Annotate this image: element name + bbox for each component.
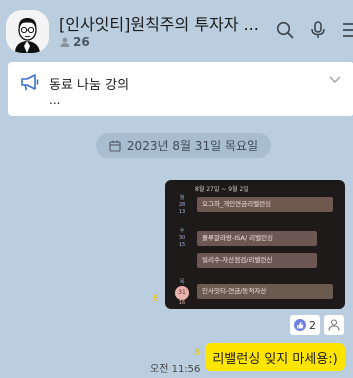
add-reaction-button[interactable] — [324, 315, 344, 335]
day-number: 13 — [178, 209, 186, 215]
today-marker: 31 16 — [173, 286, 191, 307]
message-text: 리밸런싱 잊지 마세용:) — [212, 351, 338, 367]
day-of-week: 목 — [179, 279, 185, 285]
chatroom-title[interactable]: [인사잇티]원칙주의 투자자 ... — [59, 11, 259, 35]
search-icon[interactable] — [276, 21, 294, 39]
chat-header: [인사잇티]원칙주의 투자자 ... 26 — [0, 0, 353, 58]
microphone-icon[interactable] — [310, 21, 326, 39]
notice-preview: ... — [49, 93, 61, 107]
like-reaction[interactable]: 2 — [290, 315, 320, 335]
calendar-day: 목 31 16 — [173, 279, 191, 307]
calendar-icon — [109, 140, 121, 152]
image-message[interactable]: 8월 27일 ~ 9월 2일 월 28 13 수 30 15 목 31 16 오… — [165, 180, 345, 309]
notice-banner[interactable]: 동료 나눔 강의 ... — [8, 62, 353, 116]
calendar-event: 풀루알라랑-ISA/ 리밸런싱 — [197, 231, 317, 246]
unread-count: 8 — [153, 294, 159, 304]
calendar-day: 수 30 15 — [173, 228, 191, 249]
calendar-day: 월 28 13 — [173, 195, 191, 216]
member-count-value: 26 — [73, 35, 90, 49]
day-of-week: 월 — [179, 195, 185, 201]
thumbs-up-icon — [294, 319, 306, 331]
profile-illustration-icon — [6, 10, 49, 53]
day-number: 16 — [178, 300, 186, 306]
megaphone-icon — [21, 74, 39, 91]
day-number: 15 — [178, 242, 186, 248]
notice-title: 동료 나눔 강의 — [49, 78, 130, 93]
member-count[interactable]: 26 — [60, 35, 90, 49]
menu-icon[interactable] — [340, 21, 353, 39]
day-of-week: 수 — [179, 228, 185, 234]
date-divider-text: 2023년 8월 31일 목요일 — [126, 139, 259, 153]
chevron-down-icon[interactable] — [329, 76, 341, 84]
person-icon — [328, 319, 340, 331]
calendar-event: 인사잇티-연금/동적자산 — [197, 284, 333, 299]
day-date: 31 — [175, 286, 189, 300]
day-date: 30 — [178, 235, 186, 241]
calendar-event: 오그하_개인연금리밸런싱 — [197, 197, 333, 212]
calendar-event: 빌리수-자산점검/리밸런신 — [197, 253, 317, 268]
day-date: 28 — [178, 202, 186, 208]
person-icon — [60, 37, 70, 47]
chatroom-avatar[interactable] — [6, 10, 49, 53]
calendar-range: 8월 27일 ~ 9월 2일 — [195, 186, 249, 193]
date-divider: 2023년 8월 31일 목요일 — [96, 133, 271, 158]
unread-count: 8 — [194, 348, 200, 358]
message-time: 오전 11:56 — [150, 364, 201, 375]
like-count: 2 — [309, 318, 316, 332]
text-message[interactable]: 리밸런싱 잊지 마세용:) — [205, 343, 345, 371]
